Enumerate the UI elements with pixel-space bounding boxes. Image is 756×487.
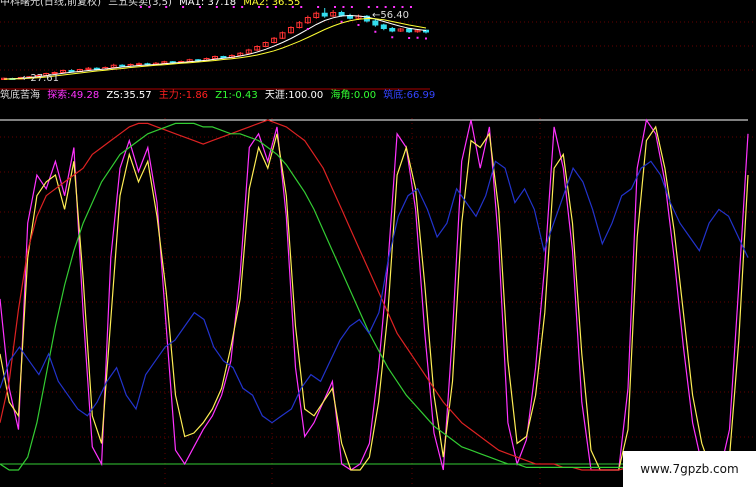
signal-marker-top xyxy=(342,6,345,8)
signal-marker-top xyxy=(300,6,303,8)
candle-body xyxy=(136,63,143,66)
candle-body xyxy=(380,24,387,29)
sub-item-2-value: -1.86 xyxy=(182,90,209,101)
signal-marker-top xyxy=(401,6,404,8)
candle-body xyxy=(321,12,328,17)
signal-marker-top xyxy=(367,6,370,8)
sub-item-5-value: 0.00 xyxy=(353,90,377,101)
sub-item-4-label: 天涯: xyxy=(264,90,289,101)
signal-marker-top xyxy=(317,6,320,8)
signal-marker-top xyxy=(334,6,336,8)
sub-item-5-label: 海角: xyxy=(330,90,354,101)
signal-marker-top xyxy=(409,6,412,8)
sub-item-6-label: 筑底: xyxy=(383,90,407,101)
sub-item-6-value: 66.99 xyxy=(406,90,436,101)
chart-canvas[interactable] xyxy=(0,0,756,487)
ma1-label: MA1: xyxy=(179,0,205,8)
price-panel-grid xyxy=(0,21,756,71)
signal-marker-bottom xyxy=(408,37,411,39)
sub-item-0-label: 探索: xyxy=(47,90,71,101)
low-price-label: ←27.61 xyxy=(22,73,60,84)
signal-marker-bottom xyxy=(340,20,343,23)
sub-item-1-label: ZS: xyxy=(106,90,123,101)
signal-marker-bottom xyxy=(374,30,377,33)
candle-body xyxy=(93,67,100,70)
watermark: www.7gpzb.com xyxy=(623,451,756,487)
signal-marker-bottom xyxy=(391,36,394,39)
sub-item-1-value: 35.57 xyxy=(122,90,152,101)
price-panel-header: 中科曙光(日线,前复权) 三五买卖(3,5) MA1: 37.18 MA2: 3… xyxy=(0,0,300,9)
sub-item-3-label: Z1: xyxy=(215,90,232,101)
candle-body xyxy=(338,12,345,16)
ma1-line xyxy=(3,14,427,80)
sub-indicator-name: 筑底苦海 xyxy=(0,90,40,101)
ma2-value: 36.55 xyxy=(271,0,301,8)
high-price-label: ←56.40 xyxy=(372,10,410,21)
ma2-line xyxy=(3,17,427,80)
ma1-value: 37.18 xyxy=(207,0,237,8)
ma2-label: MA2: xyxy=(243,0,269,8)
signal-marker-top xyxy=(350,6,353,8)
price-panel xyxy=(0,6,430,90)
signal-marker-top xyxy=(393,6,396,8)
signal-marker-bottom xyxy=(416,36,419,39)
stock-title: 中科曙光(日线,前复权) xyxy=(0,0,101,8)
sub-panel-grid xyxy=(0,118,756,487)
sub-panel-header: 筑底苦海 探索:49.28 ZS:35.57 主力:-1.86 Z1:-0.43… xyxy=(0,90,435,102)
signal-marker-bottom xyxy=(357,24,360,26)
sub-item-3-value: -0.43 xyxy=(231,90,258,101)
sub-item-0-value: 49.28 xyxy=(70,90,100,101)
indicator-name: 三五买卖(3,5) xyxy=(108,0,172,8)
candle-body xyxy=(119,64,126,67)
signal-marker-bottom xyxy=(425,37,427,40)
candle-body xyxy=(406,28,413,33)
candle-body xyxy=(389,28,396,32)
candle-body xyxy=(68,70,75,72)
sub-item-2-label: 主力: xyxy=(158,90,183,101)
sub-item-4-value: 100.00 xyxy=(288,90,324,101)
signal-marker-top xyxy=(376,6,379,8)
signal-marker-top xyxy=(384,6,387,8)
signal-marker-bottom xyxy=(306,28,309,30)
candle-body xyxy=(220,56,227,58)
